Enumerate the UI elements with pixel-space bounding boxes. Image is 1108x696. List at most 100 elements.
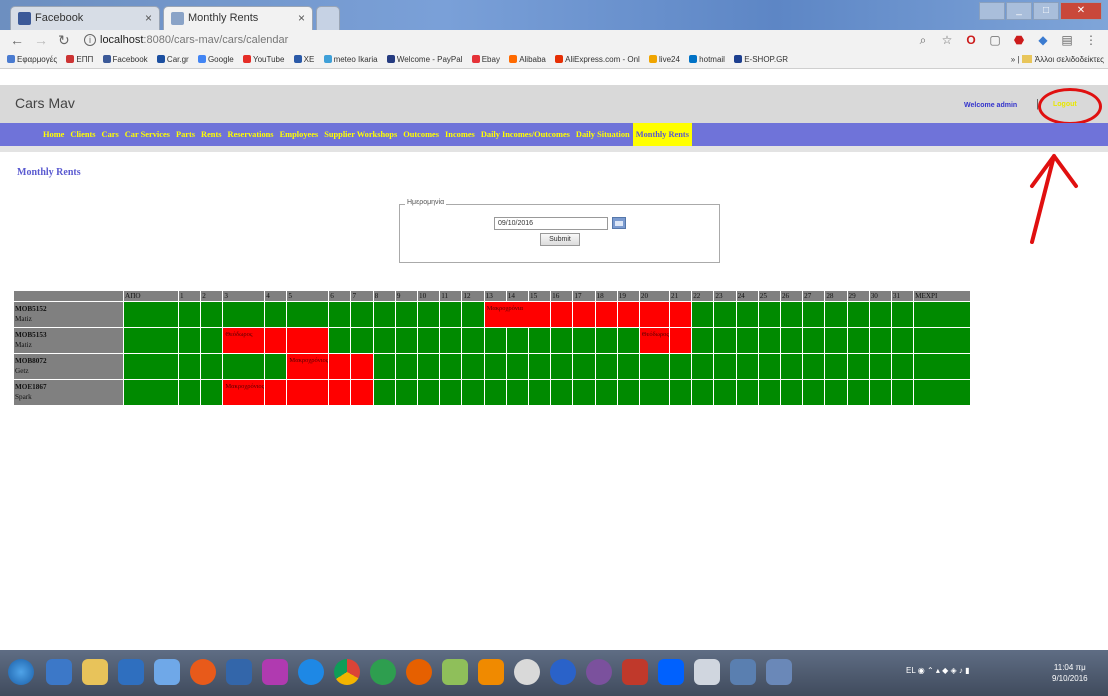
rented-day-cell[interactable] (572, 301, 596, 328)
rented-day-cell[interactable] (328, 353, 352, 380)
new-tab-button[interactable] (316, 6, 340, 30)
app-red-icon[interactable] (622, 659, 648, 685)
app-orange-icon[interactable] (190, 659, 216, 685)
rented-day-cell[interactable] (550, 301, 574, 328)
rented-day-cell[interactable]: Μακροχρόνια (483, 301, 552, 328)
bookmark-item[interactable]: Google (197, 55, 234, 64)
reload-icon[interactable]: ↻ (58, 32, 70, 49)
app-map-icon[interactable] (442, 659, 468, 685)
rented-day-cell[interactable] (594, 301, 618, 328)
dropbox-icon[interactable] (658, 659, 684, 685)
user-icon[interactable] (979, 2, 1005, 20)
maximize-button[interactable]: □ (1033, 2, 1059, 20)
date-input[interactable]: 09/10/2016 (494, 217, 608, 230)
rented-day-cell[interactable] (668, 301, 693, 328)
internet-explorer-icon[interactable] (298, 659, 324, 685)
bookmark-item[interactable]: Facebook (102, 55, 148, 64)
rented-day-cell[interactable] (264, 379, 288, 406)
calendar-picker-icon[interactable] (612, 217, 626, 229)
bookmark-item[interactable]: Ebay (471, 55, 500, 64)
menu-item-supplier-workshops[interactable]: Supplier Workshops (321, 123, 400, 146)
menu-item-employees[interactable]: Employees (277, 123, 322, 146)
app-window-icon[interactable] (694, 659, 720, 685)
bookmark-item[interactable]: Car.gr (156, 55, 189, 64)
menu-item-car-services[interactable]: Car Services (122, 123, 173, 146)
rented-day-cell[interactable]: Μακροχρόνιος (286, 353, 330, 380)
zoom-icon[interactable]: ⌕ (916, 33, 930, 48)
disc-icon[interactable] (514, 659, 540, 685)
bookmark-item[interactable]: AliExpress.com - Onl (555, 55, 640, 64)
reader-icon[interactable]: ▤ (1060, 33, 1074, 48)
vlc-icon[interactable] (478, 659, 504, 685)
app-blue-icon[interactable] (226, 659, 252, 685)
bookmark-item[interactable]: E-SHOP.GR (734, 55, 788, 64)
menu-item-reservations[interactable]: Reservations (225, 123, 277, 146)
submit-button[interactable]: Submit (540, 233, 580, 246)
bookmark-item[interactable]: ΕΠΠ (66, 55, 93, 64)
menu-item-daily-incomes-outcomes[interactable]: Daily Incomes/Outcomes (478, 123, 573, 146)
bookmark-item[interactable]: YouTube (242, 55, 284, 64)
menu-item-parts[interactable]: Parts (173, 123, 198, 146)
menu-item-outcomes[interactable]: Outcomes (400, 123, 442, 146)
other-bookmarks[interactable]: » | Άλλοι σελιδοδείκτες (1011, 55, 1104, 64)
bookmark-item[interactable]: live24 (649, 55, 680, 64)
tab-close-icon[interactable]: × (145, 11, 152, 25)
minimize-button[interactable]: _ (1006, 2, 1032, 20)
address-bar[interactable]: i localhost:8080/cars-mav/cars/calendar (84, 32, 904, 50)
clock[interactable]: 11:04 πμ 9/10/2016 (1052, 662, 1088, 684)
rented-day-cell[interactable] (328, 379, 352, 406)
menu-item-clients[interactable]: Clients (67, 123, 98, 146)
bookmark-item[interactable]: meteo Ikaria (323, 55, 378, 64)
tab-close-icon[interactable]: × (298, 11, 305, 25)
app-paint-icon[interactable] (766, 659, 792, 685)
menu-item-daily-situation[interactable]: Daily Situation (573, 123, 633, 146)
tab-monthly-rents[interactable]: Monthly Rents × (163, 6, 313, 30)
viber-icon[interactable] (586, 659, 612, 685)
app-green-icon[interactable] (370, 659, 396, 685)
rented-day-cell[interactable] (668, 327, 693, 354)
window-icon[interactable]: ▢ (988, 33, 1002, 48)
rented-day-cell[interactable] (616, 301, 640, 328)
bookmark-item[interactable]: XE (293, 55, 314, 64)
file-explorer-icon[interactable] (82, 659, 108, 685)
app-screen-icon[interactable] (730, 659, 756, 685)
language-indicator[interactable]: EL (906, 666, 916, 675)
firefox-icon[interactable] (406, 659, 432, 685)
chrome-icon[interactable] (334, 659, 360, 685)
rented-day-cell[interactable] (350, 353, 374, 380)
menu-item-cars[interactable]: Cars (99, 123, 122, 146)
menu-item-monthly-rents[interactable]: Monthly Rents (632, 123, 692, 146)
opera-icon[interactable]: O (964, 33, 978, 48)
bookmarks-overflow[interactable]: » (1011, 55, 1015, 64)
forward-arrow-icon[interactable]: → (34, 32, 48, 48)
extension-icon[interactable]: ◆ (1036, 33, 1050, 48)
bookmark-item[interactable]: hotmail (689, 55, 725, 64)
rented-day-cell[interactable] (286, 327, 330, 354)
rented-day-cell[interactable] (286, 379, 330, 406)
rented-day-cell[interactable]: Θεόδωρος (222, 327, 266, 354)
close-window-button[interactable]: ✕ (1060, 2, 1102, 20)
info-icon[interactable]: i (84, 34, 96, 46)
rented-day-cell[interactable]: Μακροχρόνιος (222, 379, 266, 406)
desktop-icon[interactable] (46, 659, 72, 685)
menu-item-home[interactable]: Home (40, 123, 67, 146)
rented-day-cell[interactable] (350, 379, 374, 406)
fs-app-icon[interactable] (262, 659, 288, 685)
media-player-icon[interactable] (118, 659, 144, 685)
start-button[interactable] (8, 659, 34, 685)
bookmark-item[interactable]: Alibaba (509, 55, 546, 64)
menu-dots-icon[interactable]: ⋮ (1084, 33, 1098, 48)
rented-day-cell[interactable] (638, 301, 671, 328)
menu-item-rents[interactable]: Rents (198, 123, 224, 146)
network-app-icon[interactable] (154, 659, 180, 685)
rented-day-cell[interactable] (264, 327, 288, 354)
back-arrow-icon[interactable]: ← (10, 32, 24, 48)
rented-day-cell[interactable]: Θεόδωρος (638, 327, 671, 354)
app-check-icon[interactable] (550, 659, 576, 685)
menu-item-incomes[interactable]: Incomes (442, 123, 478, 146)
bookmark-item[interactable]: Welcome - PayPal (386, 55, 462, 64)
adblock-icon[interactable]: ⬣ (1012, 33, 1026, 48)
bookmark-apps[interactable]: Εφαρμογές (7, 55, 57, 64)
bookmark-star-icon[interactable]: ☆ (940, 33, 954, 48)
tab-facebook[interactable]: Facebook × (10, 6, 160, 30)
